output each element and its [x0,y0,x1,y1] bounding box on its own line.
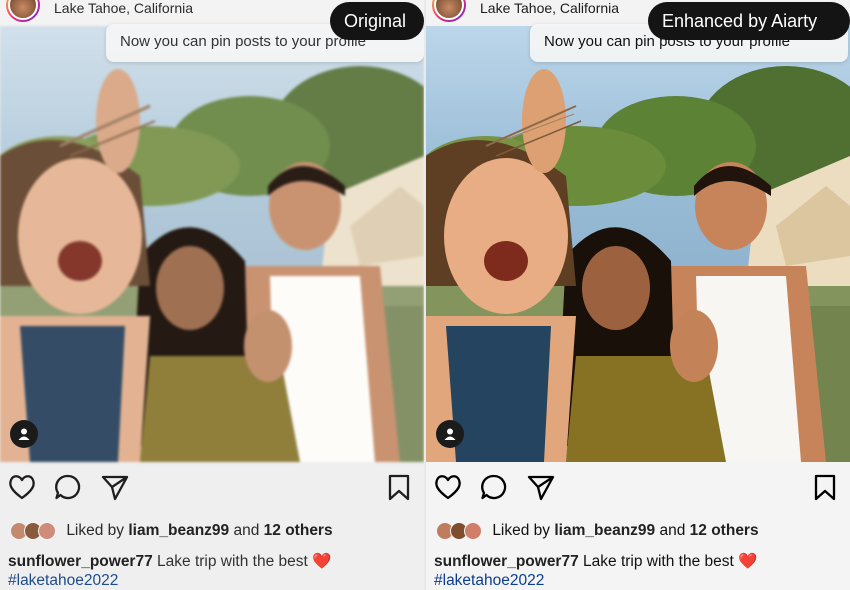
comment-icon[interactable] [53,472,83,502]
enhanced-badge: Enhanced by Aiarty [648,2,850,40]
liker-avatars [10,521,58,541]
post-actions [426,472,850,512]
original-badge: Original [330,2,424,40]
liker-avatars [436,521,484,541]
liked-by-user[interactable]: liam_beanz99 [554,522,655,539]
post-panel-enhanced: Lake Tahoe, California Now you can pin p… [426,0,850,590]
post-caption: sunflower_power77 Lake trip with the bes… [8,551,422,573]
post-photo[interactable] [426,26,850,462]
post-actions [0,472,424,512]
share-icon[interactable] [526,472,556,502]
caption-text: Lake trip with the best [583,553,734,570]
user-tag-icon[interactable] [10,420,38,448]
liked-by-prefix: Liked by [492,522,551,539]
liked-by-user[interactable]: liam_beanz99 [128,522,229,539]
heart-icon[interactable] [7,472,37,502]
hashtag-link[interactable]: #laketahoe2022 [8,572,118,590]
post-location[interactable]: Lake Tahoe, California [480,0,619,16]
post-photo[interactable] [0,26,424,462]
liked-by-and: and [233,522,260,539]
hashtag-link[interactable]: #laketahoe2022 [434,572,544,590]
heart-icon[interactable] [433,472,463,502]
bookmark-icon[interactable] [384,472,414,502]
liked-by-others[interactable]: 12 others [690,522,759,539]
user-tag-icon[interactable] [436,420,464,448]
post-panel-original: Lake Tahoe, California Now you can pin p… [0,0,424,590]
post-caption: sunflower_power77 Lake trip with the bes… [434,551,848,573]
likes-summary[interactable]: Liked by liam_beanz99 and 12 others [10,520,420,544]
heart-emoji: ❤️ [312,553,332,570]
post-location[interactable]: Lake Tahoe, California [54,0,193,16]
liked-by-others[interactable]: 12 others [264,522,333,539]
avatar[interactable] [432,0,466,22]
liked-by-prefix: Liked by [66,522,125,539]
liked-by-and: and [659,522,686,539]
avatar[interactable] [6,0,40,22]
share-icon[interactable] [100,472,130,502]
heart-emoji: ❤️ [738,553,758,570]
likes-summary[interactable]: Liked by liam_beanz99 and 12 others [436,520,846,544]
caption-user[interactable]: sunflower_power77 [434,553,579,570]
caption-text: Lake trip with the best [157,553,308,570]
caption-user[interactable]: sunflower_power77 [8,553,153,570]
comment-icon[interactable] [479,472,509,502]
bookmark-icon[interactable] [810,472,840,502]
